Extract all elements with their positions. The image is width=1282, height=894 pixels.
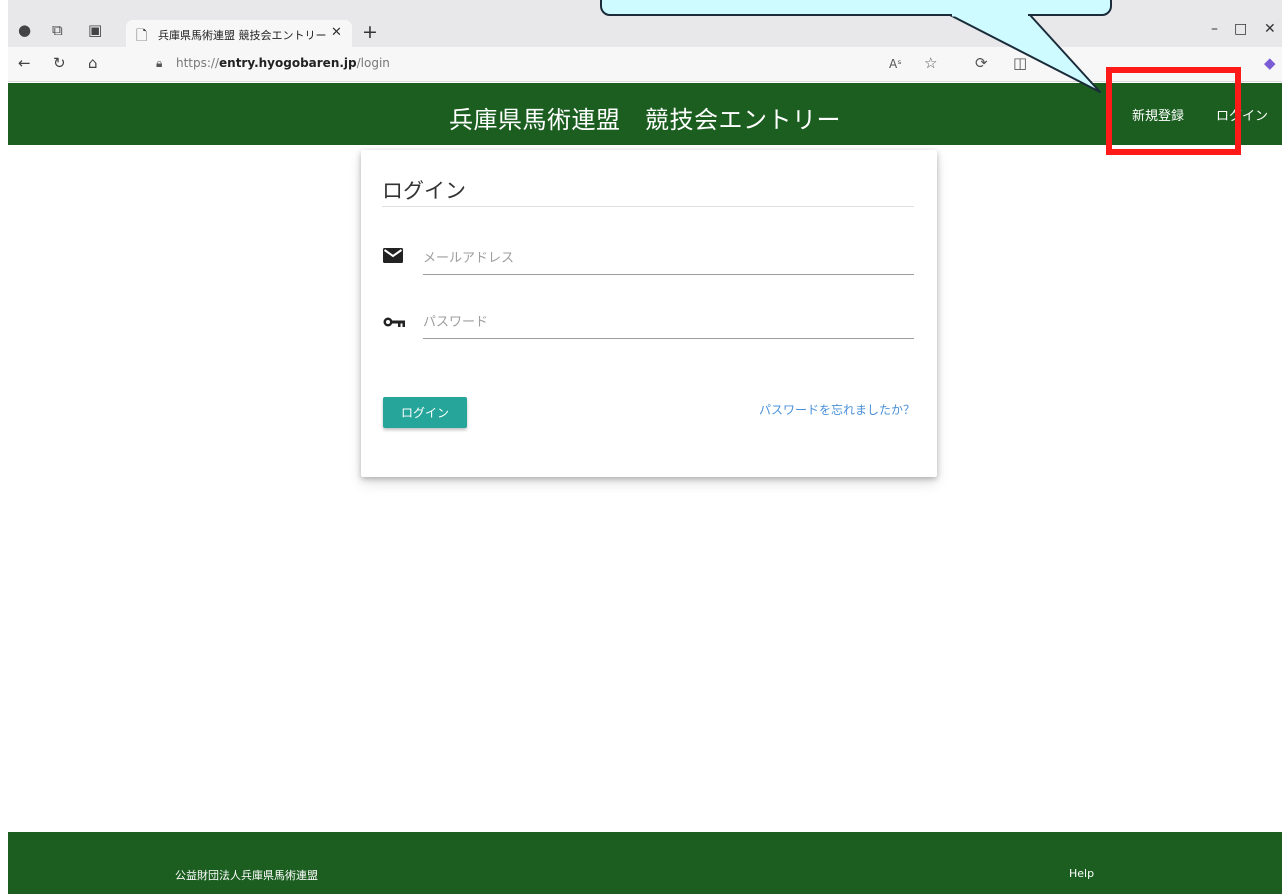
footer-org-name: 公益財団法人兵庫県馬術連盟 xyxy=(175,869,318,882)
login-card: ログイン ログイン パスワードを忘れましたか？ xyxy=(361,150,937,477)
url-field[interactable]: https://entry.hyogobaren.jp/login xyxy=(176,56,390,70)
login-card-title: ログイン xyxy=(382,179,466,203)
home-icon[interactable]: ⌂ xyxy=(88,56,98,71)
email-field[interactable] xyxy=(423,243,914,275)
callout-bubble xyxy=(600,0,1112,16)
new-tab-icon[interactable]: + xyxy=(362,21,378,43)
footer-help-link[interactable]: Help xyxy=(1069,867,1094,880)
card-divider xyxy=(382,206,914,207)
forgot-password-link[interactable]: パスワードを忘れましたか？ xyxy=(759,401,915,418)
password-field[interactable] xyxy=(423,307,914,339)
refresh-icon[interactable]: ↻ xyxy=(53,56,66,71)
profile-icon[interactable]: ● xyxy=(18,23,31,38)
copilot-icon[interactable]: ◆ xyxy=(1264,54,1276,72)
browser-window: ● ⧉ ▣ 🗋 兵庫県馬術連盟 競技会エントリー ✕ + – □ ✕ ← ↻ ⌂… xyxy=(8,0,1282,894)
url-scheme: https:// xyxy=(176,56,220,70)
favorite-star-icon[interactable]: ☆ xyxy=(924,54,937,72)
site-footer: 公益財団法人兵庫県馬術連盟 Help xyxy=(8,832,1282,894)
active-tab[interactable]: 🗋 兵庫県馬術連盟 競技会エントリー ✕ xyxy=(126,20,352,47)
email-input[interactable] xyxy=(423,243,914,273)
minimize-icon[interactable]: – xyxy=(1211,21,1218,37)
extensions-icon[interactable]: ⟳ xyxy=(975,54,988,72)
close-tab-icon[interactable]: ✕ xyxy=(331,25,342,40)
tab-actions-icon[interactable]: ▣ xyxy=(88,23,102,38)
split-screen-icon[interactable]: ◫ xyxy=(1013,54,1027,72)
url-path: /login xyxy=(356,56,390,70)
password-input[interactable] xyxy=(423,307,914,337)
maximize-icon[interactable]: □ xyxy=(1234,21,1247,37)
url-host: entry.hyogobaren.jp xyxy=(219,56,357,70)
tab-title: 兵庫県馬術連盟 競技会エントリー xyxy=(158,29,327,42)
highlight-box xyxy=(1106,67,1241,155)
login-button[interactable]: ログイン xyxy=(383,397,467,428)
site-title: 兵庫県馬術連盟 競技会エントリー xyxy=(449,106,841,134)
workspaces-icon[interactable]: ⧉ xyxy=(52,23,63,38)
read-aloud-icon[interactable]: Aˢ xyxy=(889,57,902,71)
page-icon: 🗋 xyxy=(136,28,148,44)
back-icon[interactable]: ← xyxy=(18,56,31,71)
mail-icon xyxy=(383,248,403,267)
key-icon xyxy=(383,313,405,332)
site-info-icon[interactable]: 🔒︎ xyxy=(156,56,162,71)
close-window-icon[interactable]: ✕ xyxy=(1264,21,1276,37)
site-header: 兵庫県馬術連盟 競技会エントリー 新規登録 ログイン xyxy=(8,83,1282,145)
